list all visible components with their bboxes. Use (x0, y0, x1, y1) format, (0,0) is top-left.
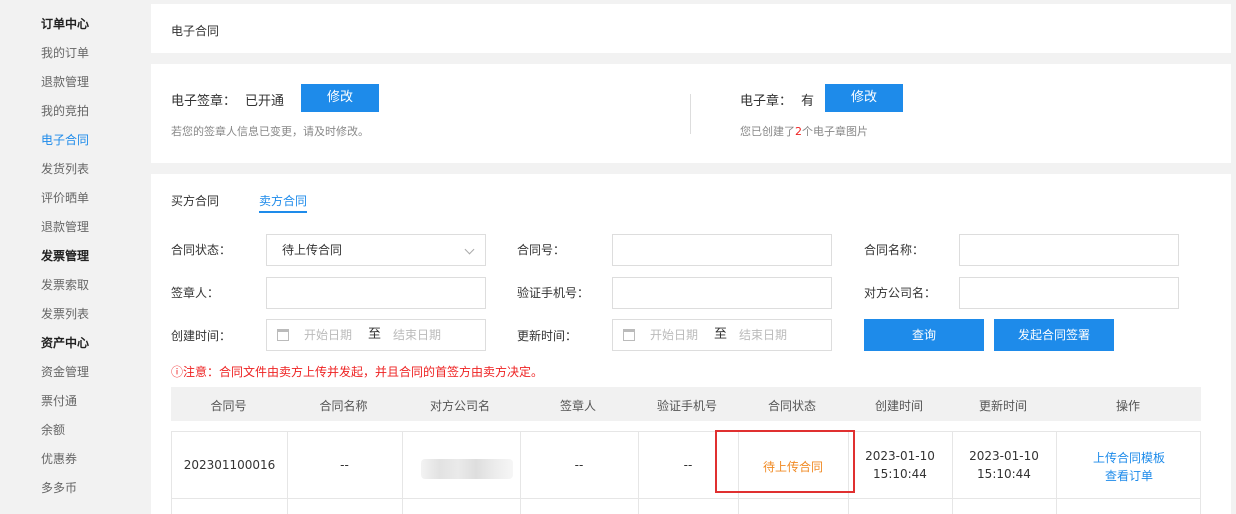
contract-panel: 买方合同 卖方合同 合同状态： 待上传合同 合同号： 合同名称： 签章人： 验证… (151, 174, 1231, 514)
contract-name-cell: -- (340, 458, 349, 472)
column-header: 验证手机号 (656, 399, 717, 413)
updated-date-range[interactable]: 开始日期 至 结束日期 (612, 319, 832, 351)
seal-edit-button[interactable]: 修改 (825, 84, 903, 112)
updated-start-placeholder: 开始日期 (650, 328, 699, 342)
column-header: 创建时间 (874, 399, 923, 413)
sidebar-item[interactable]: 余额 (41, 422, 65, 438)
created-start-placeholder: 开始日期 (304, 328, 353, 342)
created-date-cell: 2023-01-10 (865, 449, 935, 463)
redacted-company-name (421, 459, 513, 479)
sidebar-item[interactable]: 优惠券 (41, 451, 77, 467)
query-button[interactable]: 查询 (864, 319, 984, 351)
created-time-label: 创建时间： (171, 329, 232, 343)
updated-date-cell: 2023-01-10 (969, 449, 1039, 463)
column-header: 合同名称 (319, 399, 368, 413)
signature-edit-button[interactable]: 修改 (301, 84, 379, 112)
signature-status: 已开通 (245, 94, 285, 109)
column-header: 对方公司名 (429, 399, 490, 413)
sidebar-group-title: 订单中心 (41, 17, 90, 31)
column-header: 签章人 (559, 399, 596, 413)
status-select-value: 待上传合同 (282, 243, 343, 257)
initiate-signing-button[interactable]: 发起合同签署 (994, 319, 1114, 351)
updated-time-cell: 15:10:44 (977, 467, 1031, 481)
chevron-down-icon (464, 244, 475, 255)
seal-hint: 您已创建了2个电子章图片 (740, 123, 868, 139)
seal-hint-prefix: 您已创建了 (740, 125, 795, 138)
seal-hint-suffix: 个电子章图片 (802, 125, 868, 138)
table-row-next (171, 498, 1201, 514)
divider (690, 94, 691, 134)
column-header: 操作 (1115, 399, 1140, 413)
sidebar-item[interactable]: 发票列表 (41, 306, 89, 322)
sidebar-item[interactable]: 票付通 (41, 393, 77, 409)
signer-cell: -- (574, 458, 584, 472)
table-row: 202301100016 -- -- -- 待上传合同 2023-01-10 1… (171, 431, 1202, 514)
sidebar-item[interactable]: 退款管理 (41, 74, 89, 90)
sidebar-item[interactable]: 我的竞拍 (41, 103, 89, 119)
contract-name-input[interactable] (959, 234, 1179, 266)
active-tab-indicator (259, 211, 307, 213)
signer-label: 签章人： (171, 286, 220, 300)
phone-label: 验证手机号： (517, 286, 590, 300)
sidebar-item[interactable]: 电子合同 (41, 132, 89, 148)
sidebar-item[interactable]: 评价晒单 (41, 190, 89, 206)
sidebar-item[interactable]: 退款管理 (41, 219, 89, 235)
tab-seller-contract[interactable]: 卖方合同 (259, 192, 307, 209)
contract-number-input[interactable] (612, 234, 832, 266)
seal-label: 电子章： (740, 94, 793, 109)
calendar-icon (623, 329, 635, 341)
page-header: 电子合同 (151, 4, 1231, 53)
column-header: 更新时间 (978, 399, 1027, 413)
company-label: 对方公司名： (864, 286, 937, 300)
created-date-range[interactable]: 开始日期 至 结束日期 (266, 319, 486, 351)
seal-count: 2 (795, 125, 802, 138)
status-filter-label: 合同状态： (171, 243, 232, 257)
updated-time-label: 更新时间： (517, 329, 578, 343)
updated-end-placeholder: 结束日期 (739, 328, 788, 342)
sidebar-item[interactable]: 资金管理 (41, 364, 89, 380)
signature-panel: 电子签章： 已开通 修改 若您的签章人信息已变更，请及时修改。 电子章： 有 修… (151, 64, 1231, 163)
column-header: 合同号 (210, 399, 247, 413)
status-select[interactable]: 待上传合同 (266, 234, 486, 266)
company-input[interactable] (959, 277, 1179, 309)
sidebar-group-title: 发票管理 (41, 249, 90, 263)
sidebar-group-title: 资产中心 (41, 336, 90, 350)
upload-template-link[interactable]: 上传合同模板 (1056, 449, 1202, 466)
sidebar-item[interactable]: 发票索取 (41, 277, 89, 293)
contract-name-label: 合同名称： (864, 243, 925, 257)
page-title: 电子合同 (171, 24, 220, 38)
column-header: 合同状态 (767, 399, 816, 413)
sidebar-item[interactable]: 发货列表 (41, 161, 89, 177)
signature-label: 电子签章： (171, 94, 237, 109)
signature-hint: 若您的签章人信息已变更，请及时修改。 (171, 125, 369, 138)
sidebar-item[interactable]: 我的订单 (41, 45, 89, 61)
table-header: 合同号 合同名称 对方公司名 签章人 验证手机号 合同状态 创建时间 更新时间 … (171, 387, 1201, 421)
sidebar: 订单中心 我的订单 退款管理 我的竞拍 电子合同 发货列表 评价晒单 退款管理 发票管理 发票索取… (0, 0, 150, 514)
contract-number-label: 合同号： (517, 243, 566, 257)
highlight-box (715, 430, 855, 493)
notice-text: ⓘ注意：合同文件由卖方上传并发起，并且合同的首签方由卖方决定。 (171, 365, 544, 379)
created-end-placeholder: 结束日期 (393, 328, 442, 342)
date-range-separator: 至 (714, 327, 728, 342)
phone-input[interactable] (612, 277, 832, 309)
view-order-link[interactable]: 查看订单 (1056, 467, 1202, 484)
sidebar-item[interactable]: 多多币 (41, 480, 77, 496)
contract-number-cell: 202301100016 (183, 458, 276, 472)
date-range-separator: 至 (368, 327, 382, 342)
tab-buyer-contract[interactable]: 买方合同 (171, 192, 219, 209)
signer-input[interactable] (266, 277, 486, 309)
created-time-cell: 15:10:44 (873, 467, 927, 481)
seal-status: 有 (801, 94, 815, 109)
calendar-icon (277, 329, 289, 341)
